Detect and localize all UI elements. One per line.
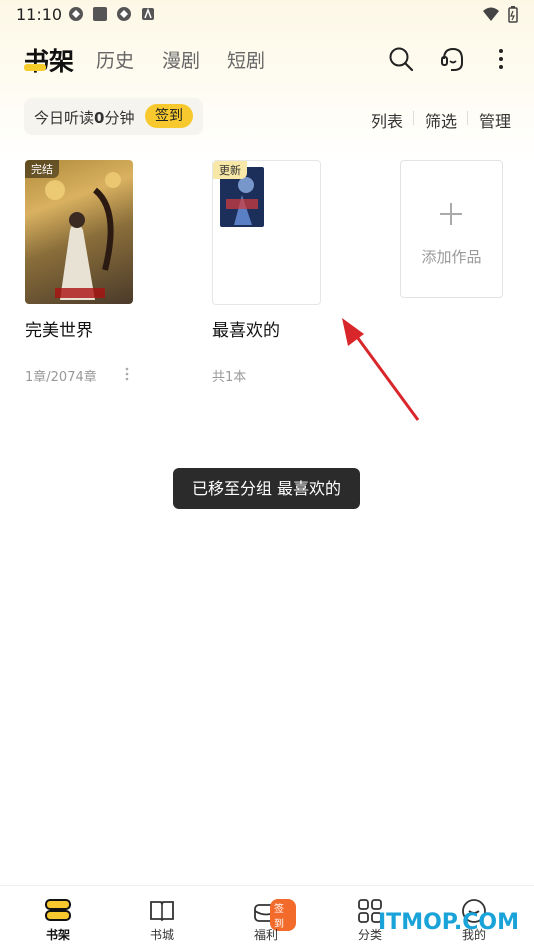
daily-listen-prefix: 今日听读	[34, 109, 95, 127]
add-work-card[interactable]: 添加作品	[400, 160, 503, 298]
finished-badge: 完结	[25, 160, 59, 178]
group-title[interactable]: 最喜欢的	[212, 316, 280, 341]
app-notification-icon	[117, 7, 131, 21]
app-notification-icon	[69, 7, 83, 21]
book-item[interactable]: 完结 完美世界 1章/2074章	[25, 160, 133, 390]
group-cover[interactable]: 更新	[212, 160, 321, 305]
group-count: 共1本	[212, 370, 247, 385]
plus-icon	[440, 203, 462, 225]
daily-listen-suffix: 分钟	[104, 109, 135, 127]
nav-label: 福利	[253, 928, 278, 942]
daily-listen-text: 今日听读0分钟	[34, 107, 134, 128]
manage-button[interactable]: 管理	[479, 108, 511, 132]
search-icon[interactable]	[388, 46, 414, 72]
nav-label: 书城	[149, 928, 174, 942]
cover-artwork	[45, 172, 121, 300]
status-bar: 11:10	[0, 0, 534, 28]
book-progress: 1章/2074章	[25, 370, 97, 385]
daily-listen-card: 今日听读0分钟 签到	[24, 98, 203, 135]
book-open-icon	[150, 901, 174, 922]
app-notification-icon	[93, 7, 107, 21]
more-icon[interactable]	[497, 48, 505, 70]
divider	[413, 111, 414, 125]
active-tab-indicator	[24, 64, 46, 71]
filter-button[interactable]: 筛选	[425, 108, 457, 132]
tab-short-drama[interactable]: 短剧	[227, 46, 265, 73]
customer-service-icon[interactable]	[440, 46, 466, 74]
toast-message: 已移至分组 最喜欢的	[173, 468, 360, 509]
app-notification-icon	[142, 8, 154, 20]
wifi-icon	[483, 7, 499, 21]
status-time: 11:10	[16, 5, 63, 24]
tab-bookshelf[interactable]: 书架	[24, 42, 74, 78]
update-badge: 更新	[213, 161, 247, 179]
add-work-label: 添加作品	[421, 248, 482, 266]
tab-history[interactable]: 历史	[96, 46, 134, 73]
book-title[interactable]: 完美世界	[25, 316, 93, 341]
daily-listen-minutes: 0	[94, 109, 105, 127]
nav-item-bookstore[interactable]: 书城	[132, 886, 192, 951]
list-view-button[interactable]: 列表	[371, 108, 403, 132]
more-icon[interactable]	[125, 366, 129, 382]
divider	[467, 111, 468, 125]
book-group-item[interactable]: 更新 最喜欢的 共1本	[212, 160, 322, 390]
site-watermark: ITMOP.COM	[378, 910, 519, 935]
book-cover[interactable]: 完结	[25, 160, 133, 304]
checkin-button[interactable]: 签到	[145, 104, 193, 128]
nav-item-welfare[interactable]: 签到 福利	[236, 886, 296, 951]
nav-label: 书架	[45, 928, 70, 942]
nav-item-bookshelf[interactable]: 书架	[28, 886, 88, 951]
battery-icon	[508, 6, 518, 23]
tab-comic-drama[interactable]: 漫剧	[162, 46, 200, 73]
bookshelf-icon	[45, 899, 71, 921]
